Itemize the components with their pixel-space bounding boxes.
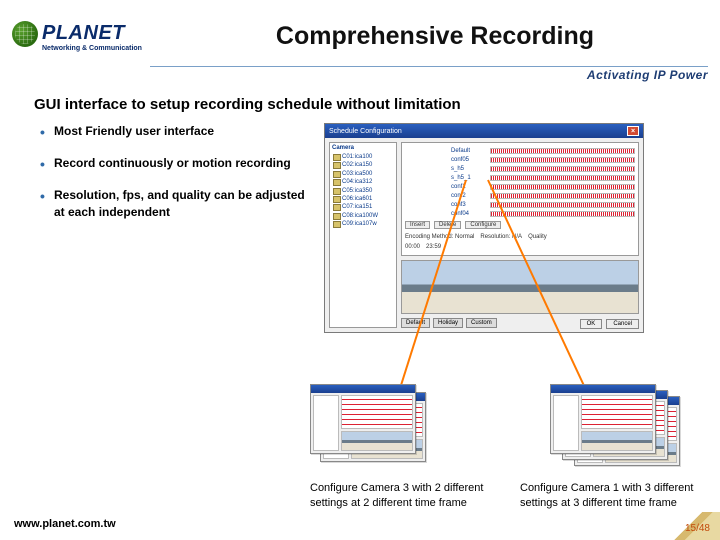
resolution-label: Resolution: N/A bbox=[480, 234, 522, 240]
timeline-bar bbox=[490, 157, 635, 163]
tree-item: C07:ica151 bbox=[332, 203, 394, 211]
timeline-bar bbox=[490, 211, 635, 217]
sched-label: conf1 bbox=[451, 184, 487, 190]
thumbnail-captions: Configure Camera 3 with 2 different sett… bbox=[310, 481, 700, 510]
sched-label: Default bbox=[451, 148, 487, 154]
sched-label: conf2 bbox=[451, 193, 487, 199]
slide-subtitle: GUI interface to setup recording schedul… bbox=[34, 96, 686, 113]
default-button: Default bbox=[401, 318, 430, 328]
end-time: 23:59 bbox=[426, 244, 441, 250]
bullet-item: Resolution, fps, and quality can be adju… bbox=[40, 187, 310, 219]
page-number: 15/48 bbox=[685, 523, 710, 534]
sched-label: s_h5 bbox=[451, 166, 487, 172]
tree-item: C09:ica107w bbox=[332, 220, 394, 228]
insert-button: Insert bbox=[405, 221, 430, 229]
holiday-button: Holiday bbox=[433, 318, 463, 328]
brand-slogan: Activating IP Power bbox=[587, 68, 708, 82]
bullet-list: Most Friendly user interface Record cont… bbox=[40, 123, 310, 333]
start-time: 00:00 bbox=[405, 244, 420, 250]
timeline-bar bbox=[490, 148, 635, 154]
timeline-bar bbox=[490, 166, 635, 172]
footer-url: www.planet.com.tw bbox=[14, 518, 116, 530]
caption-right: Configure Camera 1 with 3 different sett… bbox=[520, 481, 700, 510]
config-window-screenshot: Schedule Configuration × Camera C01:ica1… bbox=[324, 123, 644, 333]
brand-name: PLANET bbox=[42, 22, 125, 45]
camera-tree: Camera C01:ica100 C02:ica150 C03:ica500 … bbox=[329, 142, 397, 328]
schedule-panel: Default conf05 s_h5 s_h5_1 conf1 conf2 c… bbox=[401, 142, 639, 256]
tree-root: Camera bbox=[332, 145, 394, 151]
encoding-label: Encoding Method: Normal bbox=[405, 234, 474, 240]
timeline-bar bbox=[490, 175, 635, 181]
window-title: Schedule Configuration bbox=[329, 128, 402, 135]
timeline-bar bbox=[490, 184, 635, 190]
tree-item: C05:ica350 bbox=[332, 187, 394, 195]
slide-header: PLANET Networking & Communication Compre… bbox=[0, 0, 720, 64]
timeline-bar bbox=[490, 193, 635, 199]
tree-item: C03:ica500 bbox=[332, 170, 394, 178]
caption-left: Configure Camera 3 with 2 different sett… bbox=[310, 481, 490, 510]
tree-item: C08:ica100W bbox=[332, 212, 394, 220]
configure-button: Configure bbox=[465, 221, 501, 229]
bullet-item: Most Friendly user interface bbox=[40, 123, 310, 139]
thumb-stack-left bbox=[310, 384, 440, 464]
timeline-bar bbox=[490, 202, 635, 208]
sched-label: conf05 bbox=[451, 157, 487, 163]
sched-label: s_h5_1 bbox=[451, 175, 487, 181]
thumb-stack-right bbox=[550, 384, 700, 464]
bullet-item: Record continuously or motion recording bbox=[40, 155, 310, 171]
tree-item: C04:ica312 bbox=[332, 178, 394, 186]
ok-button: OK bbox=[580, 319, 603, 329]
close-icon: × bbox=[627, 126, 639, 136]
window-titlebar: Schedule Configuration × bbox=[325, 124, 643, 138]
tree-item: C01:ica100 bbox=[332, 153, 394, 161]
tree-item: C02:ica150 bbox=[332, 161, 394, 169]
brand-tagline: Networking & Communication bbox=[42, 45, 142, 52]
custom-button: Custom bbox=[466, 318, 497, 328]
camera-preview bbox=[401, 260, 639, 314]
quality-label: Quality bbox=[528, 234, 547, 240]
cancel-button: Cancel bbox=[606, 319, 639, 329]
slide-title: Comprehensive Recording bbox=[152, 22, 708, 51]
globe-icon bbox=[12, 21, 38, 47]
sched-label: conf3 bbox=[451, 202, 487, 208]
delete-button: Delete bbox=[434, 221, 461, 229]
brand-logo: PLANET Networking & Communication bbox=[12, 21, 152, 52]
tree-item: C06:ica601 bbox=[332, 195, 394, 203]
thumbnail-row bbox=[310, 384, 700, 464]
header-divider: Activating IP Power bbox=[150, 66, 708, 82]
sched-label: conf04 bbox=[451, 211, 487, 217]
